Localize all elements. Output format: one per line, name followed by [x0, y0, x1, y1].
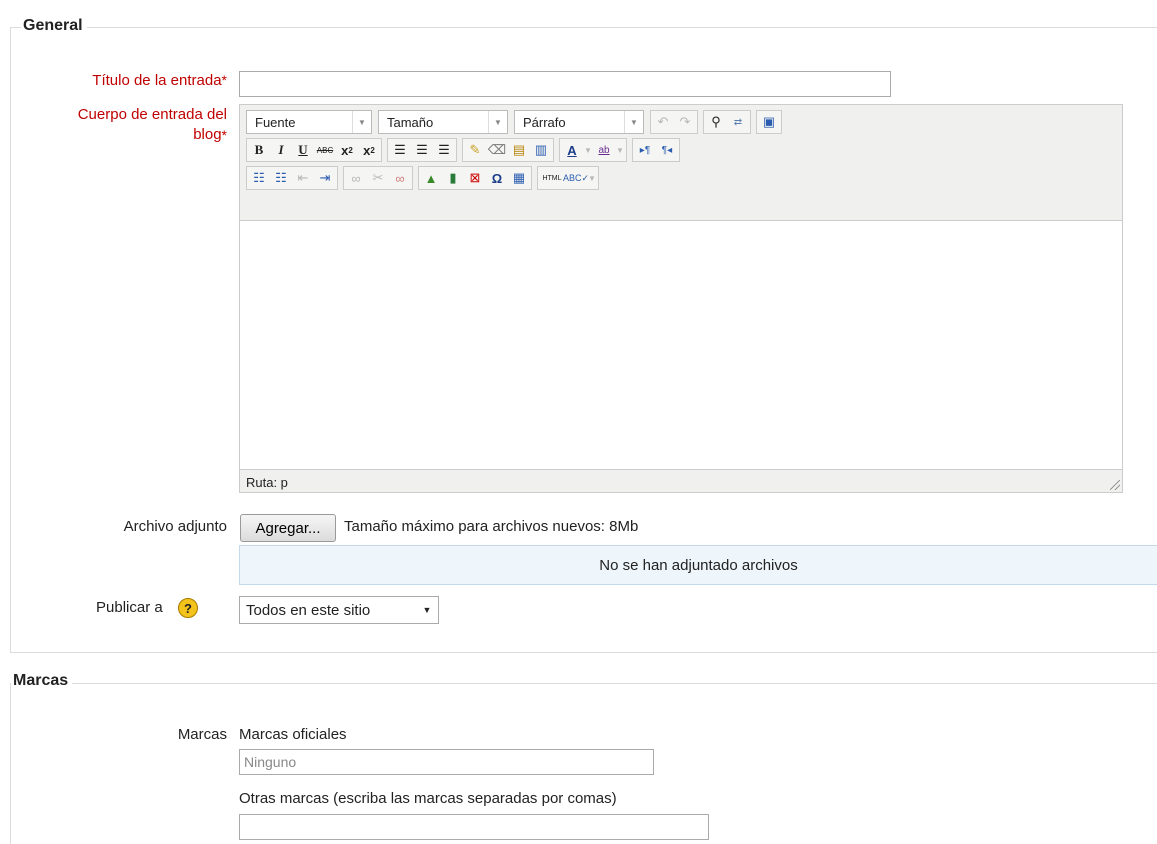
- indent-icon[interactable]: ⇥: [314, 167, 336, 189]
- chevron-down-icon: ▼: [422, 605, 432, 615]
- subscript-icon[interactable]: x2: [336, 139, 358, 161]
- cleanup-brush-icon[interactable]: ✎: [464, 139, 486, 161]
- highlight-color-icon[interactable]: ab: [593, 139, 615, 161]
- strikethrough-icon[interactable]: ABC: [314, 139, 336, 161]
- link-group: ∞ ✂ ∞: [343, 166, 413, 190]
- spellcheck-icon[interactable]: ABC✓: [563, 167, 589, 189]
- official-tags-label: Marcas oficiales: [239, 726, 347, 743]
- bold-icon[interactable]: B: [248, 139, 270, 161]
- chevron-down-icon: ▼: [624, 111, 643, 133]
- color-group: A ▼ ab ▼: [559, 138, 627, 162]
- align-left-icon[interactable]: ☰: [389, 139, 411, 161]
- publish-select[interactable]: Todos en este sitio ▼: [239, 596, 439, 624]
- max-size-text: Tamaño máximo para archivos nuevos: 8Mb: [344, 518, 639, 535]
- italic-icon[interactable]: I: [270, 139, 292, 161]
- image-icon[interactable]: ▲: [420, 167, 442, 189]
- paste-text-icon[interactable]: ▤: [508, 139, 530, 161]
- toolbar-row-1: Fuente ▼ Tamaño ▼ Párrafo ▼ ↶ ↷ ⚲ ⇄ ▣: [246, 109, 785, 135]
- body-label-line1: Cuerpo de entrada del: [77, 106, 227, 123]
- help-icon[interactable]: ?: [178, 598, 198, 618]
- numbered-list-icon[interactable]: ☷: [270, 167, 292, 189]
- find-icon[interactable]: ⚲: [705, 111, 727, 133]
- paste-word-icon[interactable]: ▥: [530, 139, 552, 161]
- marcas-legend: Marcas: [11, 672, 73, 690]
- editor-content-area[interactable]: [240, 220, 1122, 470]
- bullet-list-icon[interactable]: ☷: [248, 167, 270, 189]
- no-files-text: No se han adjuntado archivos: [599, 556, 798, 574]
- marcas-label: Marcas: [177, 726, 227, 743]
- media-icon[interactable]: ▮: [442, 167, 464, 189]
- title-label-text: Título de la entrada: [92, 72, 222, 89]
- toolbar-row-3: ☷ ☷ ⇤ ⇥ ∞ ✂ ∞ ▲ ▮ ⊠ Ω ▦ HTML ABC✓ ▼: [246, 165, 602, 191]
- font-select-value: Fuente: [255, 114, 296, 130]
- html-source-icon[interactable]: HTML: [539, 167, 565, 189]
- chevron-down-icon: ▼: [488, 111, 507, 133]
- anchor-icon[interactable]: ⊠: [464, 167, 486, 189]
- official-tags-input[interactable]: [239, 749, 654, 775]
- chevron-down-icon[interactable]: ▼: [587, 167, 597, 189]
- general-legend: General: [21, 17, 87, 35]
- required-star: *: [221, 127, 227, 143]
- direction-group: ▸¶ ¶◂: [632, 138, 680, 162]
- align-center-icon[interactable]: ☰: [411, 139, 433, 161]
- size-select[interactable]: Tamaño ▼: [378, 110, 508, 134]
- fullscreen-icon[interactable]: ▣: [758, 111, 780, 133]
- undo-icon[interactable]: ↶: [652, 111, 674, 133]
- undo-redo-group: ↶ ↷: [650, 110, 698, 134]
- nolink-icon[interactable]: ∞: [389, 167, 411, 189]
- other-tags-input[interactable]: [239, 814, 709, 840]
- text-style-group: B I U ABC x2 x2: [246, 138, 382, 162]
- insert-group: ▲ ▮ ⊠ Ω ▦: [418, 166, 532, 190]
- rich-text-editor: Fuente ▼ Tamaño ▼ Párrafo ▼ ↶ ↷ ⚲ ⇄ ▣ B …: [239, 104, 1123, 493]
- redo-icon[interactable]: ↷: [674, 111, 696, 133]
- editor-path: Ruta: p: [246, 475, 288, 490]
- special-char-icon[interactable]: Ω: [486, 167, 508, 189]
- superscript-icon[interactable]: x2: [358, 139, 380, 161]
- clean-group: ✎ ⌫ ▤ ▥: [462, 138, 554, 162]
- underline-icon[interactable]: U: [292, 139, 314, 161]
- body-label: Cuerpo de entrada del blog*: [78, 105, 227, 145]
- attachment-label: Archivo adjunto: [123, 518, 227, 535]
- file-list-area[interactable]: No se han adjuntado archivos: [239, 545, 1157, 585]
- size-select-value: Tamaño: [387, 114, 434, 130]
- publish-label: Publicar a: [96, 599, 163, 616]
- body-label-line2: blog: [193, 126, 222, 143]
- align-group: ☰ ☰ ☰: [387, 138, 457, 162]
- outdent-icon[interactable]: ⇤: [292, 167, 314, 189]
- eraser-icon[interactable]: ⌫: [486, 139, 508, 161]
- other-tags-label: Otras marcas (escriba las marcas separad…: [239, 790, 617, 807]
- fullscreen-group: ▣: [756, 110, 782, 134]
- resize-grip-icon[interactable]: [1110, 480, 1120, 490]
- chevron-down-icon[interactable]: ▼: [583, 139, 593, 161]
- replace-icon[interactable]: ⇄: [727, 111, 749, 133]
- align-right-icon[interactable]: ☰: [433, 139, 455, 161]
- chevron-down-icon[interactable]: ▼: [615, 139, 625, 161]
- rtl-icon[interactable]: ¶◂: [656, 139, 678, 161]
- ltr-icon[interactable]: ▸¶: [634, 139, 656, 161]
- add-file-button[interactable]: Agregar...: [240, 514, 336, 542]
- link-icon[interactable]: ∞: [345, 167, 367, 189]
- html-group: HTML ABC✓ ▼: [537, 166, 599, 190]
- toolbar-row-2: B I U ABC x2 x2 ☰ ☰ ☰ ✎ ⌫ ▤ ▥ A ▼ ab ▼ ▸…: [246, 137, 683, 163]
- chevron-down-icon: ▼: [352, 111, 371, 133]
- unlink-icon[interactable]: ✂: [367, 167, 389, 189]
- table-icon[interactable]: ▦: [508, 167, 530, 189]
- font-select[interactable]: Fuente ▼: [246, 110, 372, 134]
- format-select[interactable]: Párrafo ▼: [514, 110, 644, 134]
- list-group: ☷ ☷ ⇤ ⇥: [246, 166, 338, 190]
- title-input[interactable]: [239, 71, 891, 97]
- text-color-icon[interactable]: A: [561, 139, 583, 161]
- title-label: Título de la entrada*: [92, 72, 227, 89]
- format-select-value: Párrafo: [523, 114, 566, 130]
- search-group: ⚲ ⇄: [703, 110, 751, 134]
- required-star: *: [221, 72, 227, 88]
- publish-select-value: Todos en este sitio: [246, 601, 371, 619]
